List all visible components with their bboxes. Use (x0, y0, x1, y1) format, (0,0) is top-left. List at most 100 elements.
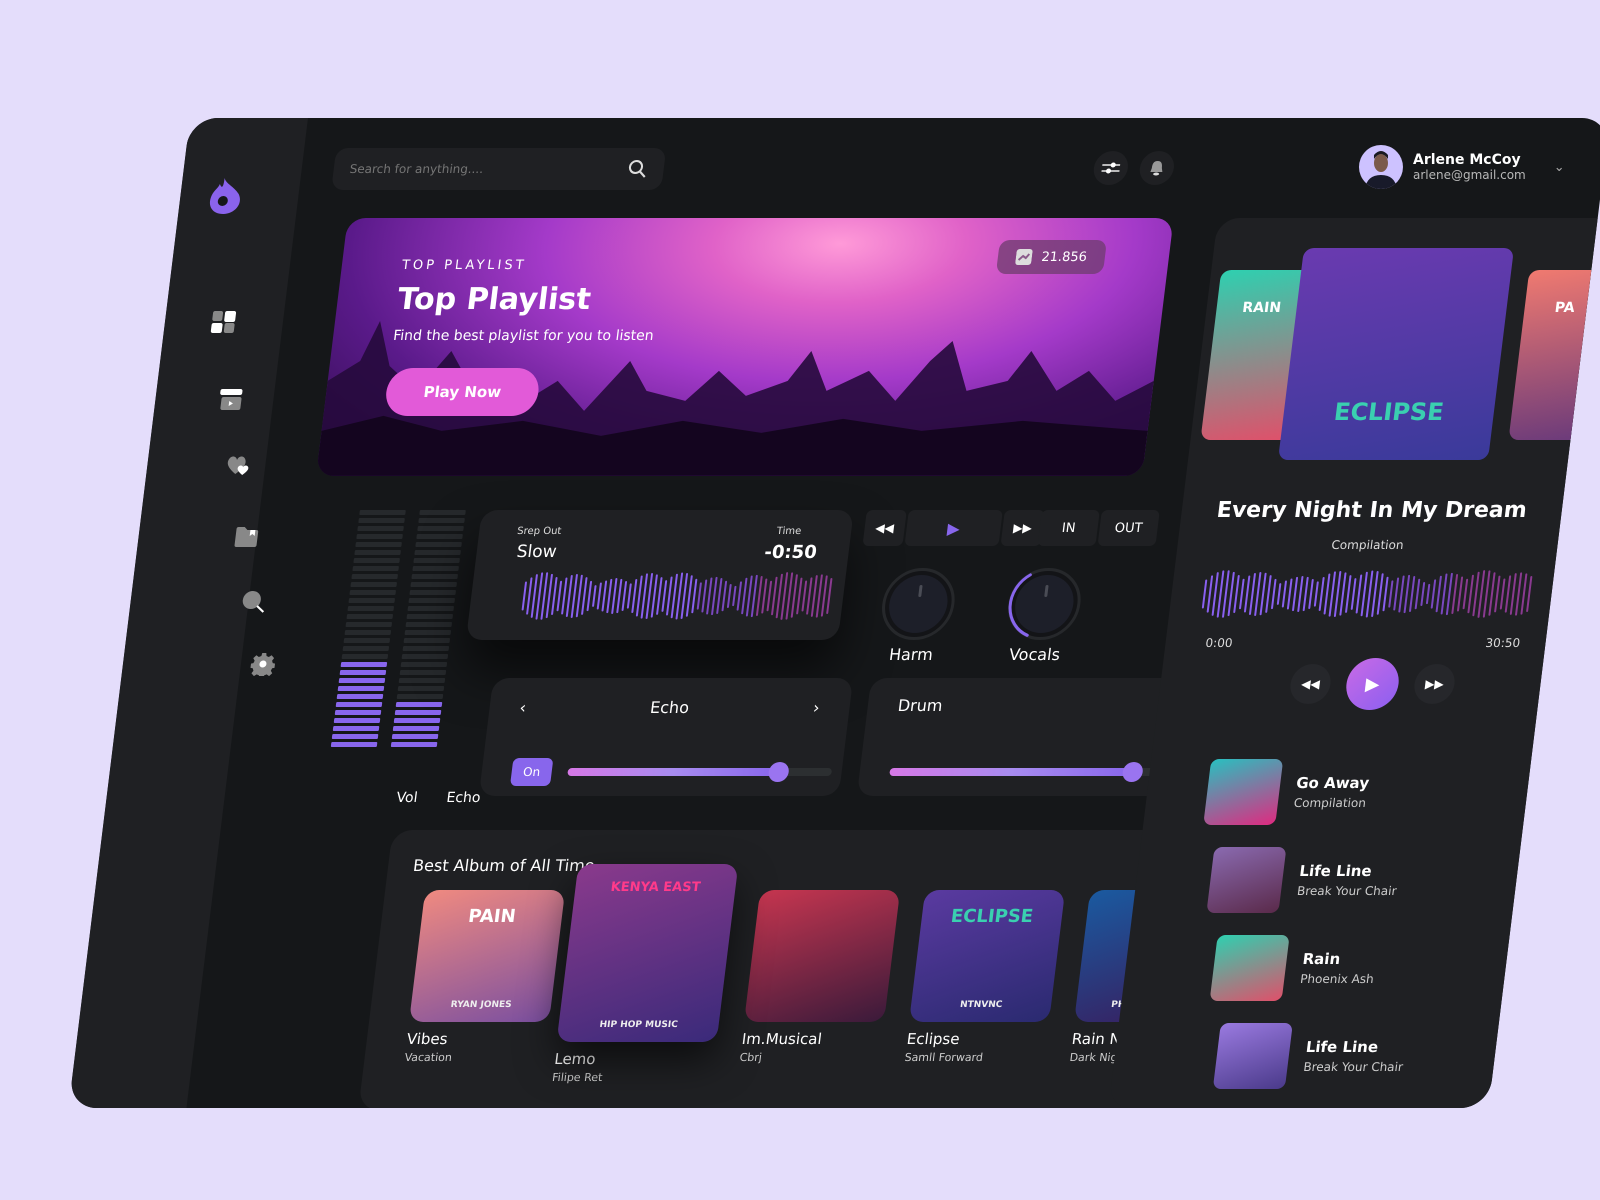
album-artist: Vacation (403, 1051, 453, 1064)
meter-segment (336, 694, 384, 699)
best-albums-section: Best Album of All Time PAIN RYAN JONES V… (358, 830, 1243, 1108)
wave-bar (761, 578, 768, 614)
chevron-down-icon[interactable]: ⌄ (1554, 160, 1565, 175)
wave-bar (741, 577, 748, 615)
track-title: Life Line (1298, 862, 1373, 880)
dashboard-frame: Arlene McCoy arlene@gmail.com ⌄ TOP PLAY… (68, 118, 1600, 1108)
wave-bar (1355, 574, 1363, 614)
play-button[interactable]: ▶ (904, 510, 1003, 546)
meter-segment (358, 518, 405, 523)
list-item[interactable]: Life Line Break Your Chair (1205, 836, 1431, 924)
album-card[interactable]: PAIN RYAN JONES Vibes Vacation (403, 890, 566, 1064)
album-cover[interactable]: ECLIPSE (1278, 248, 1515, 460)
meter-segment (393, 718, 441, 723)
echo-on-toggle[interactable]: On (509, 758, 554, 786)
meter-segment (392, 726, 440, 731)
meter-segment (416, 534, 463, 539)
meter-segment (395, 702, 443, 707)
list-item[interactable]: Life Line Break Your Chair (1211, 1012, 1409, 1100)
meter-segment (354, 550, 401, 555)
wave-bar (1393, 577, 1400, 611)
meter-segment (353, 558, 400, 563)
next-button[interactable]: ▶▶ (1412, 664, 1457, 704)
grid-icon[interactable] (208, 308, 239, 336)
waveform[interactable] (518, 572, 834, 624)
echo-slider[interactable] (567, 762, 833, 782)
search-input[interactable] (348, 162, 629, 176)
album-title: Eclipse (905, 1030, 961, 1048)
meter-segment (355, 542, 402, 547)
wave-bar (616, 578, 623, 614)
list-item[interactable]: Go Away Compilation (1202, 748, 1442, 836)
album-cover[interactable]: PA (1508, 270, 1600, 440)
wave-bar (716, 577, 723, 615)
vocals-label: Vocals (1007, 645, 1062, 664)
search-icon[interactable] (239, 588, 270, 616)
wave-bar (696, 582, 702, 610)
out-button[interactable]: OUT (1097, 510, 1160, 546)
in-out-controls: IN OUT (1037, 510, 1160, 546)
wave-bar (1440, 573, 1448, 615)
album-cover: ECLIPSE NTNVNC (909, 890, 1066, 1022)
in-button[interactable]: IN (1037, 510, 1100, 546)
previous-button[interactable]: ◀◀ (1288, 664, 1333, 704)
wave-bar (1276, 583, 1282, 605)
hearts-icon[interactable] (224, 451, 255, 479)
meter-segment (410, 582, 458, 587)
album-card[interactable]: KENYA EAST HIP HOP MUSIC Lemo Filipe Ret (551, 864, 739, 1084)
slider-thumb[interactable] (767, 762, 791, 782)
wave-bar (1494, 575, 1501, 613)
meter-segment (409, 590, 457, 595)
rewind-button[interactable]: ◀◀ (862, 510, 907, 546)
cover-subtitle: RYAN JONES (450, 1000, 513, 1010)
search-icon[interactable] (627, 159, 649, 179)
flame-logo-icon[interactable] (206, 176, 245, 216)
meter-segment (351, 574, 399, 579)
clapper-icon[interactable] (216, 386, 247, 414)
cover-carousel[interactable]: RAIN ECLIPSE PA (1188, 248, 1600, 463)
harm-knob[interactable] (877, 568, 959, 640)
player-waveform[interactable] (1198, 570, 1534, 620)
wave-bar (1292, 576, 1299, 612)
search-bar[interactable] (331, 148, 667, 190)
meter-segment (411, 574, 459, 579)
album-card[interactable]: Im.Musical Cbrj (739, 890, 901, 1064)
user-menu[interactable]: Arlene McCoy arlene@gmail.com ⌄ (1358, 145, 1565, 189)
step-out-value: Slow (515, 542, 558, 562)
album-cover: KENYA EAST HIP HOP MUSIC (556, 864, 739, 1042)
meter-segment (399, 670, 447, 675)
album-card[interactable]: ECLIPSE NTNVNC Eclipse Samll Forward (903, 890, 1066, 1064)
folder-bookmark-icon[interactable] (231, 523, 262, 551)
wave-bar (1265, 575, 1272, 613)
notification-button[interactable] (1137, 151, 1176, 185)
slider-thumb[interactable] (1121, 762, 1145, 782)
track-title: Rain (1301, 950, 1342, 968)
cover-title: ECLIPSE (949, 906, 1035, 927)
meter-segment (350, 582, 398, 587)
next-icon: ▶▶ (1424, 677, 1445, 691)
cover-title: RAIN (1241, 300, 1282, 316)
wave-bar (581, 577, 588, 615)
gear-icon[interactable] (247, 650, 278, 678)
meter-segment (333, 718, 381, 723)
albums-title: Best Album of All Time (412, 856, 596, 875)
vocals-knob[interactable] (1003, 568, 1085, 640)
player-controls: ◀◀ ▶ ▶▶ (1287, 658, 1457, 710)
wave-bar (701, 579, 708, 613)
play-now-button[interactable]: Play Now (383, 368, 542, 416)
wave-bar (1425, 583, 1431, 605)
wave-bar (1509, 573, 1517, 615)
meter-segment (339, 670, 387, 675)
list-item[interactable]: Rain Phoenix Ash (1208, 924, 1420, 1012)
album-artist: Samll Forward (903, 1051, 984, 1064)
time-value: -0:50 (763, 542, 818, 563)
play-pause-button[interactable]: ▶ (1343, 658, 1402, 710)
album-cover (744, 890, 901, 1022)
wave-bar (1467, 574, 1474, 614)
filter-button[interactable] (1091, 151, 1130, 185)
wave-bar (592, 585, 597, 607)
vol-label: Vol (395, 790, 419, 806)
wave-bar (721, 580, 728, 612)
cover-subtitle: HIP HOP MUSIC (598, 1020, 679, 1030)
wave-bar (1345, 575, 1352, 613)
